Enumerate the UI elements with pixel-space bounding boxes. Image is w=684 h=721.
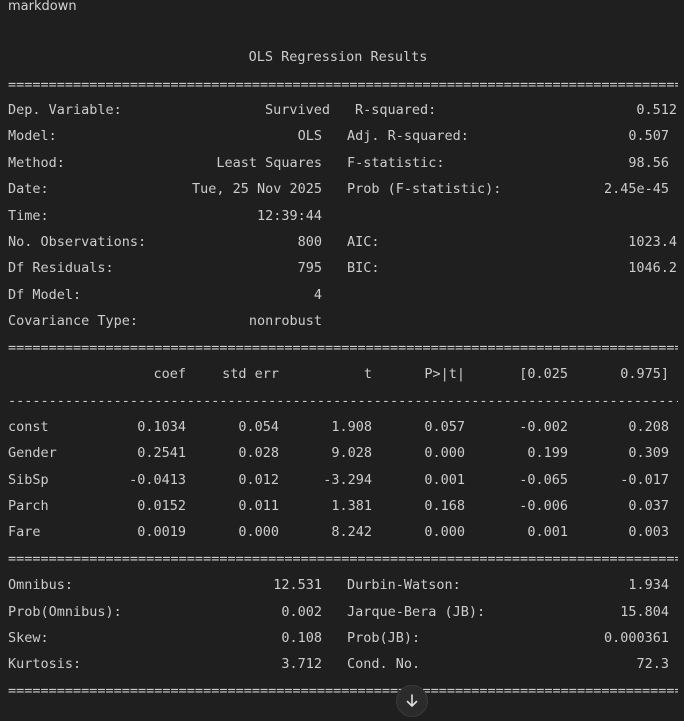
summary-value: 0.512 bbox=[636, 102, 677, 118]
separator-double: ========================================… bbox=[8, 551, 678, 567]
std-err-value: 0.000 bbox=[238, 524, 279, 540]
p-value: 0.001 bbox=[424, 472, 465, 488]
coef-value: 0.0152 bbox=[137, 498, 186, 514]
diagnostic-value: 15.804 bbox=[620, 604, 669, 620]
separator-single: ----------------------------------------… bbox=[8, 393, 678, 409]
p-value: 0.057 bbox=[424, 419, 465, 435]
column-header-t: t bbox=[363, 366, 372, 382]
summary-value: 0.507 bbox=[628, 128, 669, 144]
t-value: 1.381 bbox=[331, 498, 372, 514]
summary-label: Date: bbox=[8, 181, 49, 197]
diagnostic-value: 72.3 bbox=[636, 656, 669, 672]
diagnostic-label: Omnibus: bbox=[8, 577, 74, 593]
std-err-value: 0.011 bbox=[238, 498, 279, 514]
separator-double: ========================================… bbox=[8, 683, 678, 699]
ci-lower-value: -0.065 bbox=[519, 472, 568, 488]
column-header-p-value: P>|t| bbox=[424, 366, 465, 382]
coef-value: -0.0413 bbox=[129, 472, 186, 488]
separator-double: ========================================… bbox=[8, 340, 678, 356]
diagnostic-label: Skew: bbox=[8, 630, 49, 646]
summary-value: 1023.4 bbox=[628, 234, 677, 250]
summary-label: F-statistic: bbox=[347, 155, 445, 171]
ci-upper-value: 0.309 bbox=[628, 445, 669, 461]
diagnostic-label: Cond. No. bbox=[347, 656, 421, 672]
diagnostic-value: 3.712 bbox=[281, 656, 322, 672]
ci-upper-value: -0.017 bbox=[620, 472, 669, 488]
summary-value: nonrobust bbox=[248, 313, 322, 329]
t-value: 8.242 bbox=[331, 524, 372, 540]
summary-label: Prob (F-statistic): bbox=[347, 181, 502, 197]
row-name: const bbox=[8, 419, 49, 435]
summary-value: 1046.2 bbox=[628, 260, 677, 276]
summary-label: Time: bbox=[8, 208, 49, 224]
std-err-value: 0.028 bbox=[238, 445, 279, 461]
diagnostic-value: 0.108 bbox=[281, 630, 322, 646]
column-header-ci-upper: 0.975] bbox=[620, 366, 669, 382]
row-name: SibSp bbox=[8, 472, 49, 488]
column-header-coef: coef bbox=[153, 366, 186, 382]
scroll-to-bottom-button[interactable] bbox=[396, 685, 428, 717]
ci-upper-value: 0.208 bbox=[628, 419, 669, 435]
summary-value: Tue, 25 Nov 2025 bbox=[191, 181, 322, 197]
summary-label: Method: bbox=[8, 155, 65, 171]
p-value: 0.000 bbox=[424, 524, 465, 540]
ci-lower-value: 0.001 bbox=[527, 524, 568, 540]
summary-label: No. Observations: bbox=[8, 234, 147, 250]
separator-double: ========================================… bbox=[8, 77, 678, 93]
summary-label: AIC: bbox=[347, 234, 380, 250]
diagnostic-value: 12.531 bbox=[273, 577, 322, 593]
summary-value: Survived bbox=[264, 102, 330, 118]
column-header-std-err: std err bbox=[222, 366, 279, 382]
summary-value: 98.56 bbox=[628, 155, 669, 171]
summary-label: BIC: bbox=[347, 260, 380, 276]
cell-type-label: markdown bbox=[8, 0, 77, 14]
t-value: 1.908 bbox=[331, 419, 372, 435]
diagnostic-value: 0.000361 bbox=[603, 630, 669, 646]
row-name: Fare bbox=[8, 524, 41, 540]
ci-lower-value: -0.006 bbox=[519, 498, 568, 514]
summary-label: Df Residuals: bbox=[8, 260, 114, 276]
ci-lower-value: 0.199 bbox=[527, 445, 568, 461]
ci-lower-value: -0.002 bbox=[519, 419, 568, 435]
summary-value: 2.45e-45 bbox=[603, 181, 669, 197]
summary-label: Covariance Type: bbox=[8, 313, 139, 329]
t-value: -3.294 bbox=[323, 472, 372, 488]
summary-value: 795 bbox=[297, 260, 322, 276]
p-value: 0.000 bbox=[424, 445, 465, 461]
summary-label: R-squared: bbox=[355, 102, 437, 118]
coef-value: 0.1034 bbox=[137, 419, 186, 435]
p-value: 0.168 bbox=[424, 498, 465, 514]
t-value: 9.028 bbox=[331, 445, 372, 461]
summary-value: Least Squares bbox=[216, 155, 322, 171]
diagnostic-label: Kurtosis: bbox=[8, 656, 82, 672]
summary-label: Adj. R-squared: bbox=[347, 128, 469, 144]
summary-label: Df Model: bbox=[8, 287, 82, 303]
diagnostic-value: 0.002 bbox=[281, 604, 322, 620]
diagnostic-label: Jarque-Bera (JB): bbox=[347, 604, 486, 620]
ci-upper-value: 0.003 bbox=[628, 524, 669, 540]
summary-label: Model: bbox=[8, 128, 57, 144]
ci-upper-value: 0.037 bbox=[628, 498, 669, 514]
arrow-down-icon bbox=[406, 694, 418, 707]
diagnostic-value: 1.934 bbox=[628, 577, 669, 593]
results-title: OLS Regression Results bbox=[248, 49, 428, 65]
summary-value: 4 bbox=[313, 287, 322, 303]
coef-value: 0.0019 bbox=[137, 524, 186, 540]
summary-value: 12:39:44 bbox=[256, 208, 322, 224]
diagnostic-label: Prob(JB): bbox=[347, 630, 421, 646]
summary-value: OLS bbox=[297, 128, 322, 144]
column-header-ci-lower: [0.025 bbox=[519, 366, 568, 382]
diagnostic-label: Prob(Omnibus): bbox=[8, 604, 122, 620]
row-name: Gender bbox=[8, 445, 57, 461]
std-err-value: 0.012 bbox=[238, 472, 279, 488]
row-name: Parch bbox=[8, 498, 49, 514]
summary-label: Dep. Variable: bbox=[8, 102, 122, 118]
std-err-value: 0.054 bbox=[238, 419, 279, 435]
diagnostic-label: Durbin-Watson: bbox=[347, 577, 461, 593]
summary-value: 800 bbox=[297, 234, 322, 250]
coef-value: 0.2541 bbox=[137, 445, 186, 461]
